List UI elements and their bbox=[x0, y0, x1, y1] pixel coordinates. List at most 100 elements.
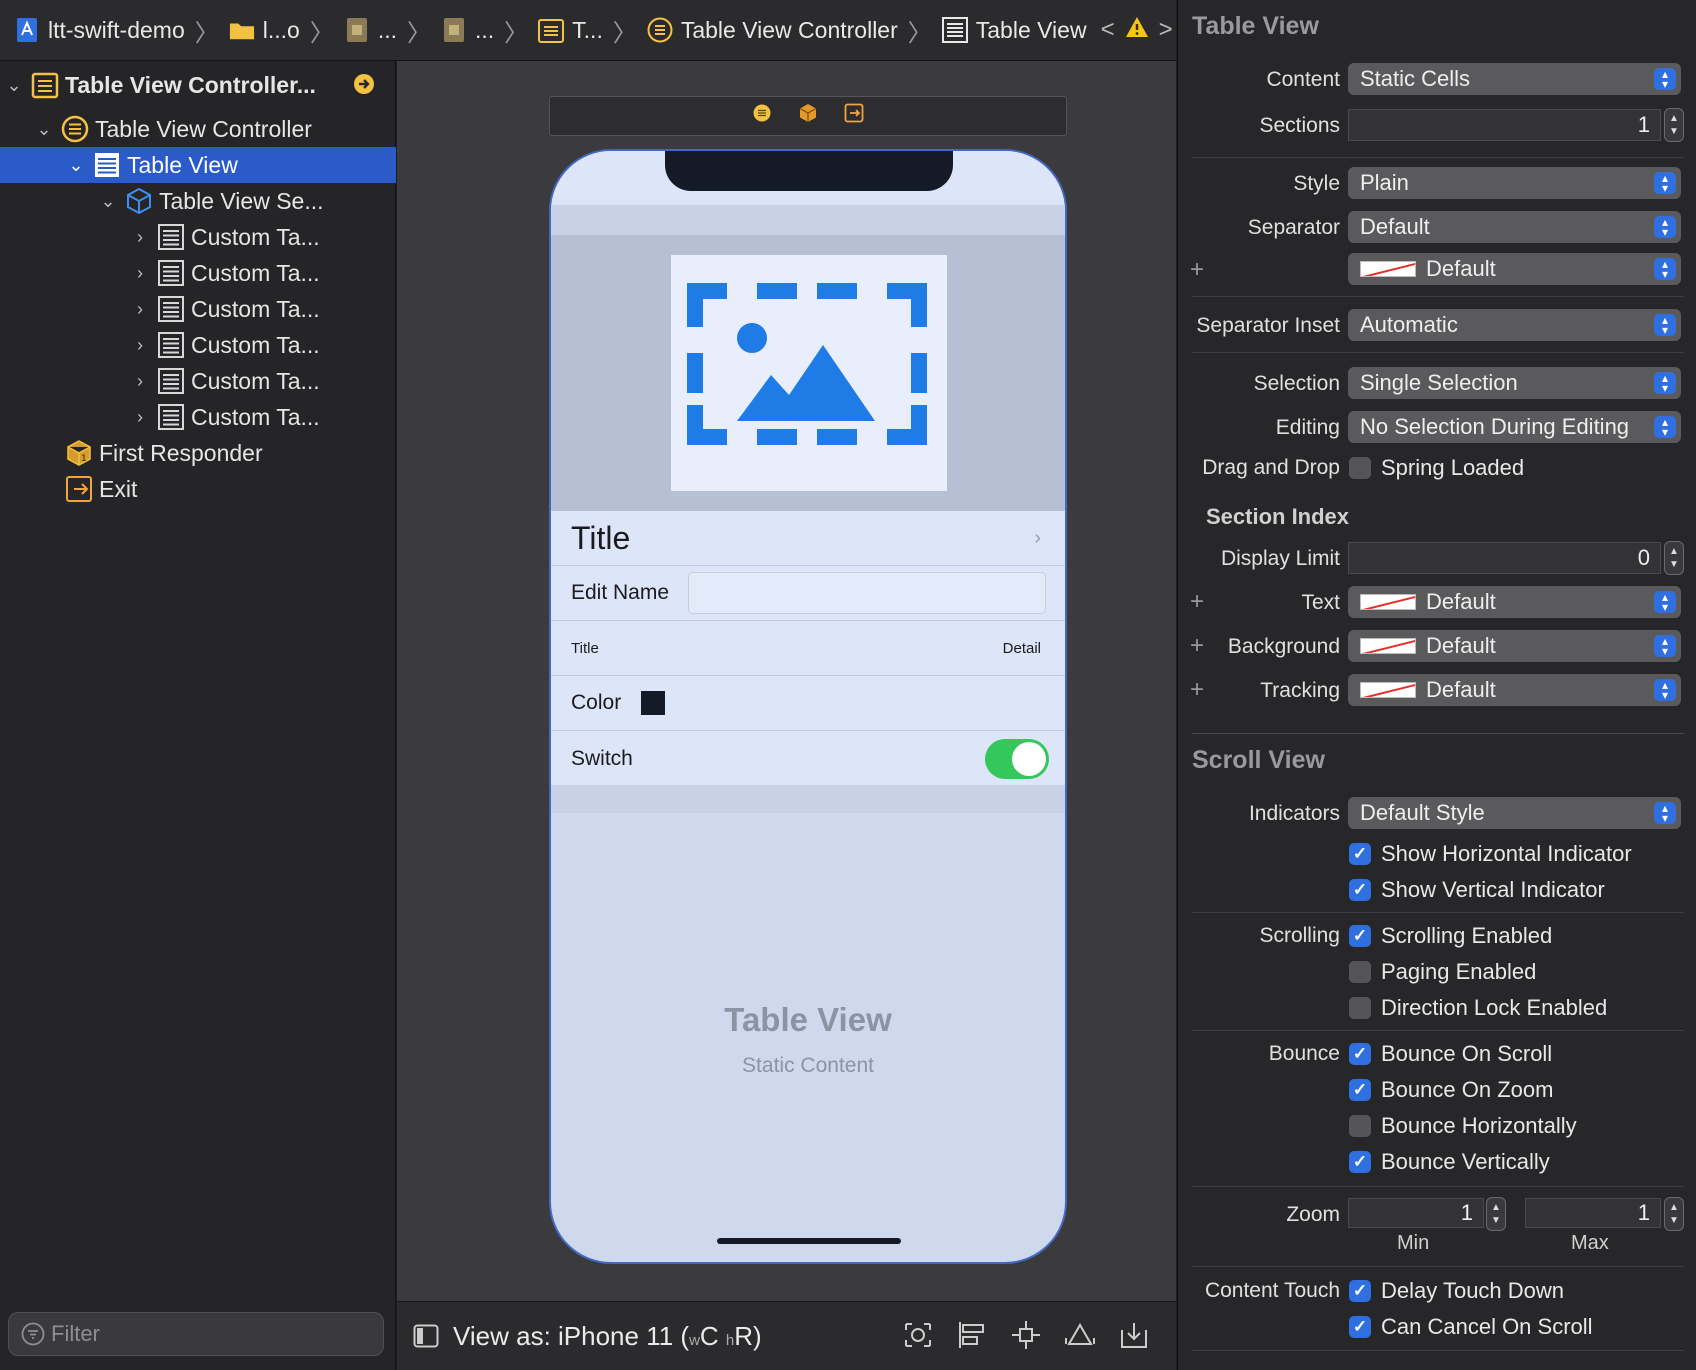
color-swatch[interactable] bbox=[641, 691, 666, 715]
name-text-field[interactable] bbox=[688, 572, 1046, 614]
style-popup[interactable]: Plain ▴ ▾ bbox=[1348, 167, 1681, 199]
indicators-popup[interactable]: Default Style ▴ ▾ bbox=[1348, 797, 1681, 829]
paging-enabled-checkbox[interactable]: Paging Enabled bbox=[1349, 959, 1536, 985]
section-title-table-view[interactable]: Table View bbox=[1192, 12, 1319, 41]
section-title-scroll-view[interactable]: Scroll View bbox=[1192, 746, 1325, 775]
table-row-subtitle[interactable]: Title Detail bbox=[551, 621, 1065, 676]
resolve-issues-icon[interactable] bbox=[1064, 1320, 1096, 1356]
show-vertical-indicator-checkbox[interactable]: ✓ Show Vertical Indicator bbox=[1349, 877, 1605, 903]
outline-item-custom-cell[interactable]: › Custom Ta... bbox=[0, 219, 396, 255]
chevron-right-icon[interactable]: › bbox=[130, 299, 150, 320]
show-horizontal-indicator-checkbox[interactable]: ✓ Show Horizontal Indicator bbox=[1349, 841, 1632, 867]
checkmark-icon[interactable]: ✓ bbox=[1349, 1280, 1371, 1302]
outline-item-custom-cell[interactable]: › Custom Ta... bbox=[0, 363, 396, 399]
selection-popup[interactable]: Single Selection ▴ ▾ bbox=[1348, 367, 1681, 399]
exit-icon[interactable] bbox=[844, 103, 864, 129]
crumb-scene[interactable]: T... bbox=[538, 10, 603, 50]
crumb-controller[interactable]: Table View Controller bbox=[647, 10, 898, 50]
sidebar-toggle-icon[interactable] bbox=[413, 1324, 439, 1348]
can-cancel-on-scroll-checkbox[interactable]: ✓ Can Cancel On Scroll bbox=[1349, 1314, 1593, 1340]
spring-loaded-checkbox[interactable]: Spring Loaded bbox=[1349, 455, 1524, 481]
outline-item-table-view-controller[interactable]: ⌄ Table View Controller bbox=[0, 111, 396, 147]
chevron-right-icon[interactable]: › bbox=[130, 263, 150, 284]
align-icon[interactable] bbox=[956, 1320, 988, 1356]
content-popup[interactable]: Static Cells ▴ ▾ bbox=[1348, 63, 1681, 95]
add-variation-icon[interactable]: + bbox=[1190, 256, 1204, 284]
table-row-title[interactable]: Title › bbox=[551, 511, 1065, 566]
checkmark-icon[interactable]: ✓ bbox=[1349, 879, 1371, 901]
chevron-right-icon[interactable]: › bbox=[130, 371, 150, 392]
chevron-down-icon[interactable]: ⌄ bbox=[4, 75, 24, 96]
view-controller-icon[interactable] bbox=[752, 103, 772, 129]
switch-toggle[interactable] bbox=[985, 739, 1049, 779]
checkbox-box[interactable] bbox=[1349, 997, 1371, 1019]
scrolling-enabled-checkbox[interactable]: ✓ Scrolling Enabled bbox=[1349, 923, 1552, 949]
chevron-down-icon[interactable]: ⌄ bbox=[66, 155, 86, 176]
delay-touch-down-checkbox[interactable]: ✓ Delay Touch Down bbox=[1349, 1278, 1564, 1304]
chevron-down-icon[interactable]: ⌄ bbox=[34, 119, 54, 140]
embed-in-icon[interactable] bbox=[1118, 1320, 1150, 1356]
storyboard-canvas[interactable]: Title › Edit Name Title Detail Color Swi… bbox=[397, 61, 1176, 1301]
display-limit-stepper[interactable]: ▲ ▼ bbox=[1664, 541, 1684, 575]
separator-inset-popup[interactable]: Automatic ▴ ▾ bbox=[1348, 309, 1681, 341]
direction-lock-checkbox[interactable]: Direction Lock Enabled bbox=[1349, 995, 1607, 1021]
table-row-color[interactable]: Color bbox=[551, 676, 1065, 731]
bounce-on-zoom-checkbox[interactable]: ✓ Bounce On Zoom bbox=[1349, 1077, 1553, 1103]
zoom-max-stepper[interactable]: ▲ ▼ bbox=[1664, 1197, 1684, 1231]
zoom-min-field[interactable]: 1 bbox=[1348, 1198, 1484, 1228]
sections-stepper[interactable]: ▲ ▼ bbox=[1664, 108, 1684, 142]
crumb-table-view[interactable]: Table View bbox=[941, 10, 1087, 50]
crumb-project[interactable]: ltt-swift-demo bbox=[14, 10, 185, 50]
separator-popup[interactable]: Default ▴ ▾ bbox=[1348, 211, 1681, 243]
outline-item-custom-cell[interactable]: › Custom Ta... bbox=[0, 399, 396, 435]
outline-item-table-view[interactable]: ⌄ Table View bbox=[0, 147, 396, 183]
crumb-group[interactable]: ... bbox=[344, 10, 397, 50]
add-variation-icon[interactable]: + bbox=[1190, 676, 1204, 704]
scene-exit-arrow-icon[interactable] bbox=[352, 72, 376, 102]
outline-item-custom-cell[interactable]: › Custom Ta... bbox=[0, 327, 396, 363]
update-frames-icon[interactable] bbox=[902, 1320, 934, 1356]
checkmark-icon[interactable]: ✓ bbox=[1349, 925, 1371, 947]
crumb-folder[interactable]: l...o bbox=[229, 10, 300, 50]
chevron-right-icon[interactable]: › bbox=[130, 335, 150, 356]
first-responder-icon[interactable] bbox=[798, 103, 818, 129]
checkmark-icon[interactable]: ✓ bbox=[1349, 1043, 1371, 1065]
outline-item-custom-cell[interactable]: › Custom Ta... bbox=[0, 255, 396, 291]
outline-item-custom-cell[interactable]: › Custom Ta... bbox=[0, 291, 396, 327]
chevron-right-icon[interactable]: › bbox=[130, 227, 150, 248]
index-background-color-popup[interactable]: Default ▴ ▾ bbox=[1348, 630, 1681, 662]
bounce-on-scroll-checkbox[interactable]: ✓ Bounce On Scroll bbox=[1349, 1041, 1552, 1067]
index-text-color-popup[interactable]: Default ▴ ▾ bbox=[1348, 586, 1681, 618]
add-variation-icon[interactable]: + bbox=[1190, 588, 1204, 616]
outline-item-table-view-section[interactable]: ⌄ Table View Se... bbox=[0, 183, 396, 219]
zoom-max-field[interactable]: 1 bbox=[1525, 1198, 1661, 1228]
crumb-file[interactable]: ... bbox=[441, 10, 494, 50]
chevron-right-icon[interactable]: › bbox=[130, 407, 150, 428]
add-variation-icon[interactable]: + bbox=[1190, 632, 1204, 660]
separator-color-popup[interactable]: Default ▴ ▾ bbox=[1348, 253, 1681, 285]
bounce-vertically-checkbox[interactable]: ✓ Bounce Vertically bbox=[1349, 1149, 1550, 1175]
warning-icon[interactable] bbox=[1125, 16, 1149, 45]
editing-popup[interactable]: No Selection During Editing ▴ ▾ bbox=[1348, 411, 1681, 443]
image-cell[interactable] bbox=[551, 235, 1065, 511]
checkmark-icon[interactable]: ✓ bbox=[1349, 1151, 1371, 1173]
checkbox-box[interactable] bbox=[1349, 457, 1371, 479]
outline-item-exit[interactable]: Exit bbox=[0, 471, 396, 507]
display-limit-field[interactable]: 0 bbox=[1348, 542, 1661, 574]
table-row-switch[interactable]: Switch bbox=[551, 731, 1065, 786]
bounce-horizontally-checkbox[interactable]: Bounce Horizontally bbox=[1349, 1113, 1577, 1139]
filter-field[interactable]: Filter bbox=[8, 1312, 384, 1356]
chevron-left-icon[interactable]: < bbox=[1101, 16, 1115, 44]
chevron-right-icon[interactable]: > bbox=[1159, 16, 1173, 44]
zoom-min-stepper[interactable]: ▲ ▼ bbox=[1486, 1197, 1506, 1231]
checkbox-box[interactable] bbox=[1349, 961, 1371, 983]
chevron-down-icon[interactable]: ⌄ bbox=[98, 191, 118, 212]
device-config-button[interactable]: View as: iPhone 11 (wC hR) bbox=[453, 1321, 762, 1352]
image-view[interactable] bbox=[671, 255, 947, 491]
outline-item-first-responder[interactable]: 1 First Responder bbox=[0, 435, 396, 471]
checkmark-icon[interactable]: ✓ bbox=[1349, 843, 1371, 865]
index-tracking-color-popup[interactable]: Default ▴ ▾ bbox=[1348, 674, 1681, 706]
add-constraints-icon[interactable] bbox=[1010, 1320, 1042, 1356]
table-row-edit-name[interactable]: Edit Name bbox=[551, 566, 1065, 621]
sections-field[interactable]: 1 bbox=[1348, 109, 1661, 141]
